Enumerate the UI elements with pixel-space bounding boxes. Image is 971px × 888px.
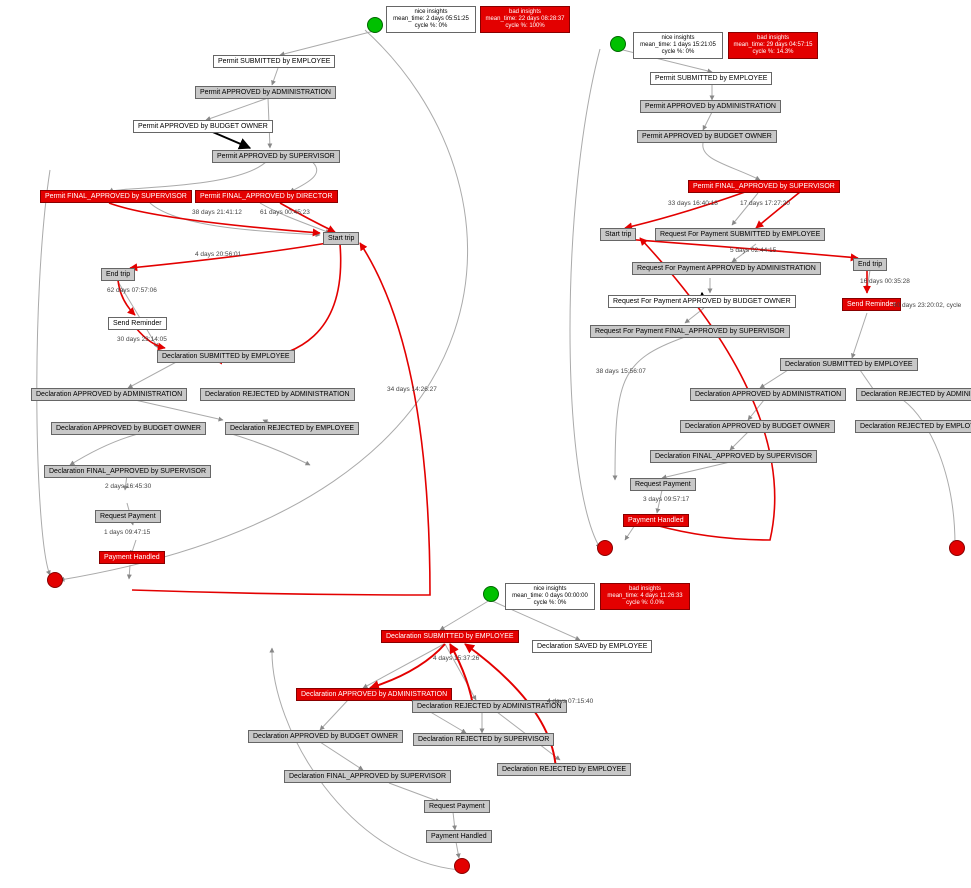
end-node xyxy=(597,540,613,556)
start-node xyxy=(483,586,499,602)
nice-insights-box: nice insights mean_time: 1 days 15:21:05… xyxy=(633,32,723,59)
decl-submitted: Declaration SUBMITTED by EMPLOYEE xyxy=(381,630,519,643)
edges-layer xyxy=(0,0,971,888)
edge-label: 38 days 21:41:12 xyxy=(192,209,242,216)
edge-label: 16 days 00:35:28 xyxy=(860,278,910,285)
payment-handled: Payment Handled xyxy=(99,551,165,564)
permit-approved-admin: Permit APPROVED by ADMINISTRATION xyxy=(640,100,781,113)
decl-approved-budget: Declaration APPROVED by BUDGET OWNER xyxy=(680,420,835,433)
edge-label: 4 days 07:15:40 xyxy=(547,698,593,705)
nice-insights-box: nice insights mean_time: 2 days 05:51:25… xyxy=(386,6,476,33)
decl-approved-admin: Declaration APPROVED by ADMINISTRATION xyxy=(31,388,187,401)
permit-final-sup: Permit FINAL_APPROVED by SUPERVISOR xyxy=(40,190,192,203)
nice-insights-box: nice insights mean_time: 0 days 00:00:00… xyxy=(505,583,595,610)
edge-label: 2 days 16:45:30 xyxy=(105,483,151,490)
edge-label: 3 days 09:57:17 xyxy=(643,496,689,503)
decl-approved-budget: Declaration APPROVED by BUDGET OWNER xyxy=(248,730,403,743)
end-node-2 xyxy=(949,540,965,556)
decl-final-sup: Declaration FINAL_APPROVED by SUPERVISOR xyxy=(284,770,451,783)
edge-label: 5 days 02:44:15 xyxy=(730,247,776,254)
send-reminder: Send Reminder xyxy=(842,298,901,311)
decl-saved: Declaration SAVED by EMPLOYEE xyxy=(532,640,652,653)
edge-label: 61 days 00:45:23 xyxy=(260,209,310,216)
send-reminder: Send Reminder xyxy=(108,317,167,330)
permit-approved-admin: Permit APPROVED by ADMINISTRATION xyxy=(195,86,336,99)
permit-final-sup: Permit FINAL_APPROVED by SUPERVISOR xyxy=(688,180,840,193)
edge-label: 62 days 07:57:06 xyxy=(107,287,157,294)
decl-rejected-admin: Declaration REJECTED by ADMINISTRATION xyxy=(856,388,971,401)
request-payment: Request Payment xyxy=(424,800,490,813)
start-node xyxy=(610,36,626,52)
permit-final-dir: Permit FINAL_APPROVED by DIRECTOR xyxy=(195,190,338,203)
decl-rejected-emp: Declaration REJECTED by EMPLOYEE xyxy=(225,422,359,435)
decl-rejected-emp: Declaration REJECTED by EMPLOYEE xyxy=(855,420,971,433)
decl-final-sup: Declaration FINAL_APPROVED by SUPERVISOR xyxy=(44,465,211,478)
edge-label: 1 days 09:47:15 xyxy=(104,529,150,536)
decl-submitted: Declaration SUBMITTED by EMPLOYEE xyxy=(157,350,295,363)
permit-approved-budget: Permit APPROVED by BUDGET OWNER xyxy=(133,120,273,133)
bad-insights-box: bad insights mean_time: 29 days 04:57:15… xyxy=(728,32,818,59)
edge-label: 38 days 15:56:07 xyxy=(596,368,646,375)
start-node xyxy=(367,17,383,33)
rfp-approved-admin: Request For Payment APPROVED by ADMINIST… xyxy=(632,262,821,275)
permit-approved-budget: Permit APPROVED by BUDGET OWNER xyxy=(637,130,777,143)
end-node xyxy=(47,572,63,588)
payment-handled: Payment Handled xyxy=(623,514,689,527)
end-node xyxy=(454,858,470,874)
start-trip: Start trip xyxy=(323,232,359,245)
decl-final-sup: Declaration FINAL_APPROVED by SUPERVISOR xyxy=(650,450,817,463)
decl-rejected-sup: Declaration REJECTED by SUPERVISOR xyxy=(413,733,554,746)
edge-label: 4 days 20:56:01 xyxy=(195,251,241,258)
permit-submitted: Permit SUBMITTED by EMPLOYEE xyxy=(213,55,335,68)
decl-submitted: Declaration SUBMITTED by EMPLOYEE xyxy=(780,358,918,371)
edge-label: 33 days 16:40:18 xyxy=(668,200,718,207)
bad-insights-box: bad insights mean_time: 4 days 11:26:33 … xyxy=(600,583,690,610)
edge-label: 17 days 17:27:20 xyxy=(740,200,790,207)
edge-label: 34 days 14:26:27 xyxy=(387,386,437,393)
end-trip: End trip xyxy=(101,268,135,281)
decl-rejected-emp: Declaration REJECTED by EMPLOYEE xyxy=(497,763,631,776)
edge-label: 4 days 15:37:26 xyxy=(433,655,479,662)
edge-label: 30 days 23:14:05 xyxy=(117,336,167,343)
bad-insights-box: bad insights mean_time: 22 days 08:28:37… xyxy=(480,6,570,33)
permit-approved-sup: Permit APPROVED by SUPERVISOR xyxy=(212,150,340,163)
decl-rejected-admin: Declaration REJECTED by ADMINISTRATION xyxy=(200,388,355,401)
end-trip: End trip xyxy=(853,258,887,271)
decl-rejected-admin: Declaration REJECTED by ADMINISTRATION xyxy=(412,700,567,713)
decl-approved-budget: Declaration APPROVED by BUDGET OWNER xyxy=(51,422,206,435)
request-payment: Request Payment xyxy=(630,478,696,491)
edge-label: 60 days 23:20:02, cycle xyxy=(893,302,961,309)
request-payment: Request Payment xyxy=(95,510,161,523)
start-trip: Start trip xyxy=(600,228,636,241)
permit-submitted: Permit SUBMITTED by EMPLOYEE xyxy=(650,72,772,85)
payment-handled: Payment Handled xyxy=(426,830,492,843)
rfp-final-sup: Request For Payment FINAL_APPROVED by SU… xyxy=(590,325,790,338)
rfp-submitted: Request For Payment SUBMITTED by EMPLOYE… xyxy=(655,228,825,241)
rfp-approved-budget: Request For Payment APPROVED by BUDGET O… xyxy=(608,295,796,308)
decl-approved-admin: Declaration APPROVED by ADMINISTRATION xyxy=(690,388,846,401)
